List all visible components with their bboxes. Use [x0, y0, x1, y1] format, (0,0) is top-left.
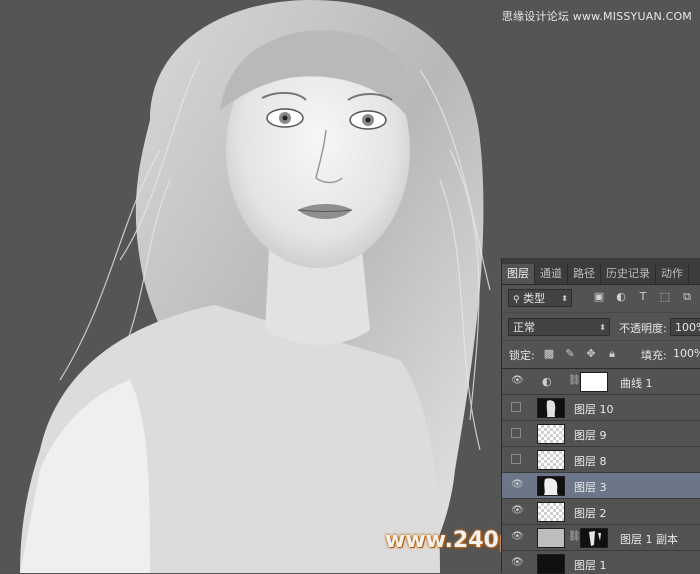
layer-row[interactable]: 👁︎ ◐ ⛓︎ 曲线 1: [502, 369, 700, 395]
blend-mode-select[interactable]: 正常 ⬍: [508, 318, 610, 336]
opacity-input[interactable]: 100%: [670, 318, 700, 336]
layer-thumbnail: [537, 424, 565, 444]
visibility-toggle-off[interactable]: [511, 402, 521, 412]
layers-list: 👁︎ ◐ ⛓︎ 曲线 1 图层 10 图层 9 图层 8 👁︎ 图层 3 👁︎ …: [502, 368, 700, 574]
tab-history[interactable]: 历史记录: [601, 264, 656, 284]
curves-adjustment-icon: ◐: [542, 375, 552, 388]
layer-row[interactable]: 图层 10: [502, 395, 700, 421]
layer-thumbnail: [537, 554, 565, 574]
layer-row[interactable]: 👁︎ ⛓︎ 图层 1 副本: [502, 525, 700, 551]
layer-thumbnail: [537, 502, 565, 522]
panel-tabs: 图层 通道 路径 历史记录 动作: [502, 258, 700, 285]
layer-row[interactable]: 👁︎ 图层 1: [502, 551, 700, 574]
layer-row-selected[interactable]: 👁︎ 图层 3: [502, 473, 700, 499]
layer-name: 图层 10: [574, 403, 614, 416]
watermark-top: 思缘设计论坛 www.MISSYUAN.COM: [501, 10, 692, 23]
visibility-eye-icon[interactable]: 👁︎: [511, 531, 524, 543]
lock-brush-icon[interactable]: ✎: [563, 347, 577, 360]
hair-mask-glyph: [546, 400, 556, 417]
visibility-eye-icon[interactable]: 👁︎: [511, 505, 524, 517]
lock-transparency-icon[interactable]: ▩: [542, 347, 556, 360]
layer-mask-thumbnail[interactable]: [580, 372, 608, 392]
layer-name: 图层 3: [574, 481, 607, 494]
lock-row: 锁定: ▩ ✎ ✥ 🔒︎ 填充: 100%: [502, 340, 700, 367]
chevron-updown-icon: ⬍: [599, 323, 606, 332]
tab-channels[interactable]: 通道: [535, 264, 568, 284]
filter-kind-label: 类型: [523, 292, 546, 305]
fill-label: 填充:: [641, 349, 667, 362]
layer-thumbnail: [537, 450, 565, 470]
smart-object-filter-icon[interactable]: ⧉: [680, 290, 694, 304]
tab-actions[interactable]: 动作: [656, 264, 689, 284]
visibility-eye-icon[interactable]: 👁︎: [511, 375, 524, 387]
chain-link-icon[interactable]: ⛓︎: [568, 531, 581, 542]
search-icon: ⚲: [513, 295, 520, 305]
type-filter-icon[interactable]: T: [636, 290, 650, 303]
layer-name: 图层 9: [574, 429, 607, 442]
layer-row[interactable]: 图层 8: [502, 447, 700, 473]
shape-filter-icon[interactable]: ⬚: [658, 290, 672, 303]
blend-row: 正常 ⬍ 不透明度: 100%: [502, 312, 700, 341]
tab-layers[interactable]: 图层: [502, 264, 535, 284]
layer-row[interactable]: 图层 9: [502, 421, 700, 447]
visibility-eye-icon[interactable]: 👁︎: [511, 557, 524, 569]
visibility-toggle-off[interactable]: [511, 454, 521, 464]
opacity-label: 不透明度:: [619, 322, 667, 335]
layer-name: 图层 1 副本: [620, 533, 678, 546]
filter-kind-select[interactable]: ⚲ 类型 ⬍: [508, 289, 572, 307]
adjustment-filter-icon[interactable]: ◐: [614, 290, 628, 303]
layer-mask-thumbnail[interactable]: [580, 528, 608, 548]
chain-link-icon[interactable]: ⛓︎: [568, 375, 581, 386]
layer-thumbnail: [537, 528, 565, 548]
layer-thumbnail: [537, 476, 565, 496]
layer-row[interactable]: 👁︎ 图层 2: [502, 499, 700, 525]
fill-value[interactable]: 100%: [673, 347, 700, 360]
tab-paths[interactable]: 路径: [568, 264, 601, 284]
blend-mode-label: 正常: [513, 321, 535, 334]
mask-glyph: [589, 531, 601, 546]
visibility-eye-icon[interactable]: 👁︎: [511, 479, 524, 491]
layer-name: 图层 8: [574, 455, 607, 468]
lock-all-icon[interactable]: 🔒︎: [605, 347, 619, 361]
layer-name: 曲线 1: [620, 377, 653, 390]
layer-name: 图层 1: [574, 559, 607, 572]
lock-position-icon[interactable]: ✥: [584, 347, 598, 360]
lock-label: 锁定:: [509, 349, 535, 362]
filter-row: ⚲ 类型 ⬍ ▣ ◐ T ⬚ ⧉: [502, 285, 700, 311]
pixel-filter-icon[interactable]: ▣: [592, 290, 606, 303]
layer-name: 图层 2: [574, 507, 607, 520]
hair-mask-glyph: [544, 478, 558, 495]
layer-thumbnail: [537, 398, 565, 418]
visibility-toggle-off[interactable]: [511, 428, 521, 438]
layers-panel: 图层 通道 路径 历史记录 动作 ⚲ 类型 ⬍ ▣ ◐ T ⬚ ⧉ 正常 ⬍ 不…: [501, 258, 700, 574]
chevron-updown-icon: ⬍: [561, 294, 568, 303]
